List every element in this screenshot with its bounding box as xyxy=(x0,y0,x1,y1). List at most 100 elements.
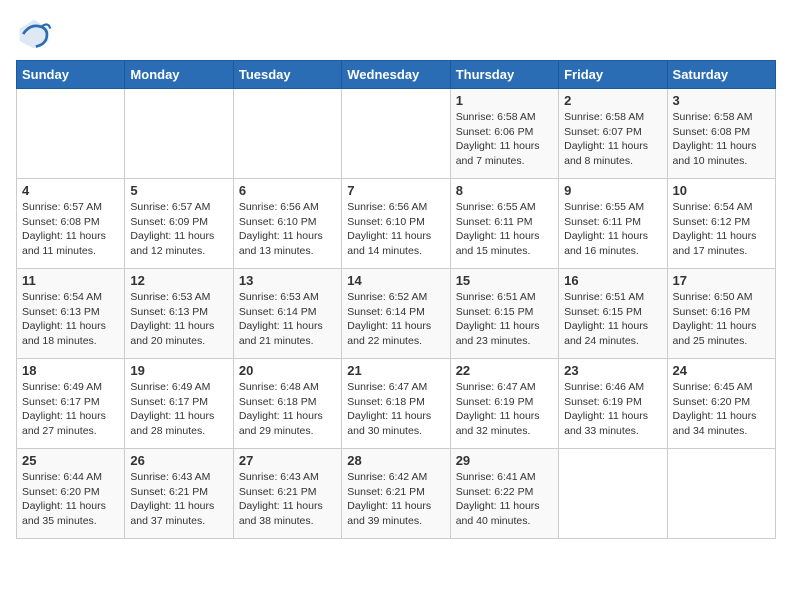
day-number: 4 xyxy=(22,183,119,198)
day-number: 24 xyxy=(673,363,770,378)
calendar-cell: 9 Sunrise: 6:55 AM Sunset: 6:11 PM Daylig… xyxy=(559,179,667,269)
calendar-cell xyxy=(342,89,450,179)
day-number: 17 xyxy=(673,273,770,288)
day-number: 23 xyxy=(564,363,661,378)
day-number: 7 xyxy=(347,183,444,198)
calendar-cell: 23 Sunrise: 6:46 AM Sunset: 6:19 PM Dayli… xyxy=(559,359,667,449)
calendar-cell: 5 Sunrise: 6:57 AM Sunset: 6:09 PM Daylig… xyxy=(125,179,233,269)
day-number: 26 xyxy=(130,453,227,468)
day-info: Sunrise: 6:49 AM Sunset: 6:17 PM Dayligh… xyxy=(22,380,119,439)
day-info: Sunrise: 6:42 AM Sunset: 6:21 PM Dayligh… xyxy=(347,470,444,529)
page-header xyxy=(16,16,776,52)
day-number: 25 xyxy=(22,453,119,468)
calendar-cell: 3 Sunrise: 6:58 AM Sunset: 6:08 PM Daylig… xyxy=(667,89,775,179)
day-number: 28 xyxy=(347,453,444,468)
header-friday: Friday xyxy=(559,61,667,89)
day-number: 15 xyxy=(456,273,553,288)
day-info: Sunrise: 6:54 AM Sunset: 6:12 PM Dayligh… xyxy=(673,200,770,259)
calendar-week-0: 1 Sunrise: 6:58 AM Sunset: 6:06 PM Daylig… xyxy=(17,89,776,179)
day-number: 20 xyxy=(239,363,336,378)
calendar-cell: 20 Sunrise: 6:48 AM Sunset: 6:18 PM Dayli… xyxy=(233,359,341,449)
day-info: Sunrise: 6:50 AM Sunset: 6:16 PM Dayligh… xyxy=(673,290,770,349)
day-info: Sunrise: 6:57 AM Sunset: 6:09 PM Dayligh… xyxy=(130,200,227,259)
calendar-cell xyxy=(667,449,775,539)
calendar-cell: 26 Sunrise: 6:43 AM Sunset: 6:21 PM Dayli… xyxy=(125,449,233,539)
calendar-cell xyxy=(17,89,125,179)
calendar-cell: 6Sunrise: 6:56 AM Sunset: 6:10 PM Daylig… xyxy=(233,179,341,269)
header-saturday: Saturday xyxy=(667,61,775,89)
calendar-week-4: 25 Sunrise: 6:44 AM Sunset: 6:20 PM Dayli… xyxy=(17,449,776,539)
day-info: Sunrise: 6:51 AM Sunset: 6:15 PM Dayligh… xyxy=(564,290,661,349)
day-info: Sunrise: 6:58 AM Sunset: 6:08 PM Dayligh… xyxy=(673,110,770,169)
day-number: 3 xyxy=(673,93,770,108)
day-number: 22 xyxy=(456,363,553,378)
day-number: 11 xyxy=(22,273,119,288)
header-sunday: Sunday xyxy=(17,61,125,89)
header-row: SundayMondayTuesdayWednesdayThursdayFrid… xyxy=(17,61,776,89)
calendar-cell: 1 Sunrise: 6:58 AM Sunset: 6:06 PM Daylig… xyxy=(450,89,558,179)
calendar-cell: 15 Sunrise: 6:51 AM Sunset: 6:15 PM Dayli… xyxy=(450,269,558,359)
day-number: 27 xyxy=(239,453,336,468)
logo xyxy=(16,16,56,52)
day-number: 19 xyxy=(130,363,227,378)
day-number: 21 xyxy=(347,363,444,378)
calendar-cell: 18 Sunrise: 6:49 AM Sunset: 6:17 PM Dayli… xyxy=(17,359,125,449)
calendar-cell: 29 Sunrise: 6:41 AM Sunset: 6:22 PM Dayli… xyxy=(450,449,558,539)
day-info: Sunrise: 6:58 AM Sunset: 6:07 PM Dayligh… xyxy=(564,110,661,169)
calendar-cell: 22 Sunrise: 6:47 AM Sunset: 6:19 PM Dayli… xyxy=(450,359,558,449)
day-info: Sunrise: 6:58 AM Sunset: 6:06 PM Dayligh… xyxy=(456,110,553,169)
calendar-cell: 19 Sunrise: 6:49 AM Sunset: 6:17 PM Dayli… xyxy=(125,359,233,449)
day-info: Sunrise: 6:47 AM Sunset: 6:19 PM Dayligh… xyxy=(456,380,553,439)
day-info: Sunrise: 6:52 AM Sunset: 6:14 PM Dayligh… xyxy=(347,290,444,349)
calendar-cell: 27 Sunrise: 6:43 AM Sunset: 6:21 PM Dayli… xyxy=(233,449,341,539)
day-info: Sunrise: 6:54 AM Sunset: 6:13 PM Dayligh… xyxy=(22,290,119,349)
day-info: Sunrise: 6:43 AM Sunset: 6:21 PM Dayligh… xyxy=(130,470,227,529)
calendar-cell: 13Sunrise: 6:53 AM Sunset: 6:14 PM Dayli… xyxy=(233,269,341,359)
day-info: Sunrise: 6:41 AM Sunset: 6:22 PM Dayligh… xyxy=(456,470,553,529)
header-thursday: Thursday xyxy=(450,61,558,89)
day-number: 18 xyxy=(22,363,119,378)
calendar-table: SundayMondayTuesdayWednesdayThursdayFrid… xyxy=(16,60,776,539)
calendar-cell: 16 Sunrise: 6:51 AM Sunset: 6:15 PM Dayli… xyxy=(559,269,667,359)
day-number: 14 xyxy=(347,273,444,288)
calendar-cell: 24 Sunrise: 6:45 AM Sunset: 6:20 PM Dayli… xyxy=(667,359,775,449)
day-info: Sunrise: 6:57 AM Sunset: 6:08 PM Dayligh… xyxy=(22,200,119,259)
calendar-cell xyxy=(559,449,667,539)
calendar-cell: 2Sunrise: 6:58 AM Sunset: 6:07 PM Daylig… xyxy=(559,89,667,179)
day-info: Sunrise: 6:43 AM Sunset: 6:21 PM Dayligh… xyxy=(239,470,336,529)
logo-icon xyxy=(16,16,52,52)
day-number: 9 xyxy=(564,183,661,198)
header-wednesday: Wednesday xyxy=(342,61,450,89)
calendar-week-1: 4 Sunrise: 6:57 AM Sunset: 6:08 PM Daylig… xyxy=(17,179,776,269)
day-number: 12 xyxy=(130,273,227,288)
day-info: Sunrise: 6:56 AM Sunset: 6:10 PM Dayligh… xyxy=(347,200,444,259)
calendar-cell: 25 Sunrise: 6:44 AM Sunset: 6:20 PM Dayli… xyxy=(17,449,125,539)
day-info: Sunrise: 6:53 AM Sunset: 6:14 PM Dayligh… xyxy=(239,290,336,349)
calendar-cell: 4 Sunrise: 6:57 AM Sunset: 6:08 PM Daylig… xyxy=(17,179,125,269)
header-monday: Monday xyxy=(125,61,233,89)
day-info: Sunrise: 6:51 AM Sunset: 6:15 PM Dayligh… xyxy=(456,290,553,349)
calendar-body: 1 Sunrise: 6:58 AM Sunset: 6:06 PM Daylig… xyxy=(17,89,776,539)
day-info: Sunrise: 6:48 AM Sunset: 6:18 PM Dayligh… xyxy=(239,380,336,439)
calendar-cell: 8 Sunrise: 6:55 AM Sunset: 6:11 PM Daylig… xyxy=(450,179,558,269)
day-number: 5 xyxy=(130,183,227,198)
day-info: Sunrise: 6:56 AM Sunset: 6:10 PM Dayligh… xyxy=(239,200,336,259)
day-info: Sunrise: 6:45 AM Sunset: 6:20 PM Dayligh… xyxy=(673,380,770,439)
calendar-cell: 17 Sunrise: 6:50 AM Sunset: 6:16 PM Dayli… xyxy=(667,269,775,359)
calendar-header: SundayMondayTuesdayWednesdayThursdayFrid… xyxy=(17,61,776,89)
day-info: Sunrise: 6:55 AM Sunset: 6:11 PM Dayligh… xyxy=(456,200,553,259)
calendar-cell: 7 Sunrise: 6:56 AM Sunset: 6:10 PM Daylig… xyxy=(342,179,450,269)
day-number: 29 xyxy=(456,453,553,468)
day-number: 1 xyxy=(456,93,553,108)
day-number: 10 xyxy=(673,183,770,198)
calendar-cell xyxy=(125,89,233,179)
header-tuesday: Tuesday xyxy=(233,61,341,89)
day-number: 8 xyxy=(456,183,553,198)
day-info: Sunrise: 6:44 AM Sunset: 6:20 PM Dayligh… xyxy=(22,470,119,529)
day-info: Sunrise: 6:55 AM Sunset: 6:11 PM Dayligh… xyxy=(564,200,661,259)
day-number: 16 xyxy=(564,273,661,288)
day-info: Sunrise: 6:47 AM Sunset: 6:18 PM Dayligh… xyxy=(347,380,444,439)
day-info: Sunrise: 6:49 AM Sunset: 6:17 PM Dayligh… xyxy=(130,380,227,439)
day-info: Sunrise: 6:46 AM Sunset: 6:19 PM Dayligh… xyxy=(564,380,661,439)
calendar-week-2: 11 Sunrise: 6:54 AM Sunset: 6:13 PM Dayli… xyxy=(17,269,776,359)
